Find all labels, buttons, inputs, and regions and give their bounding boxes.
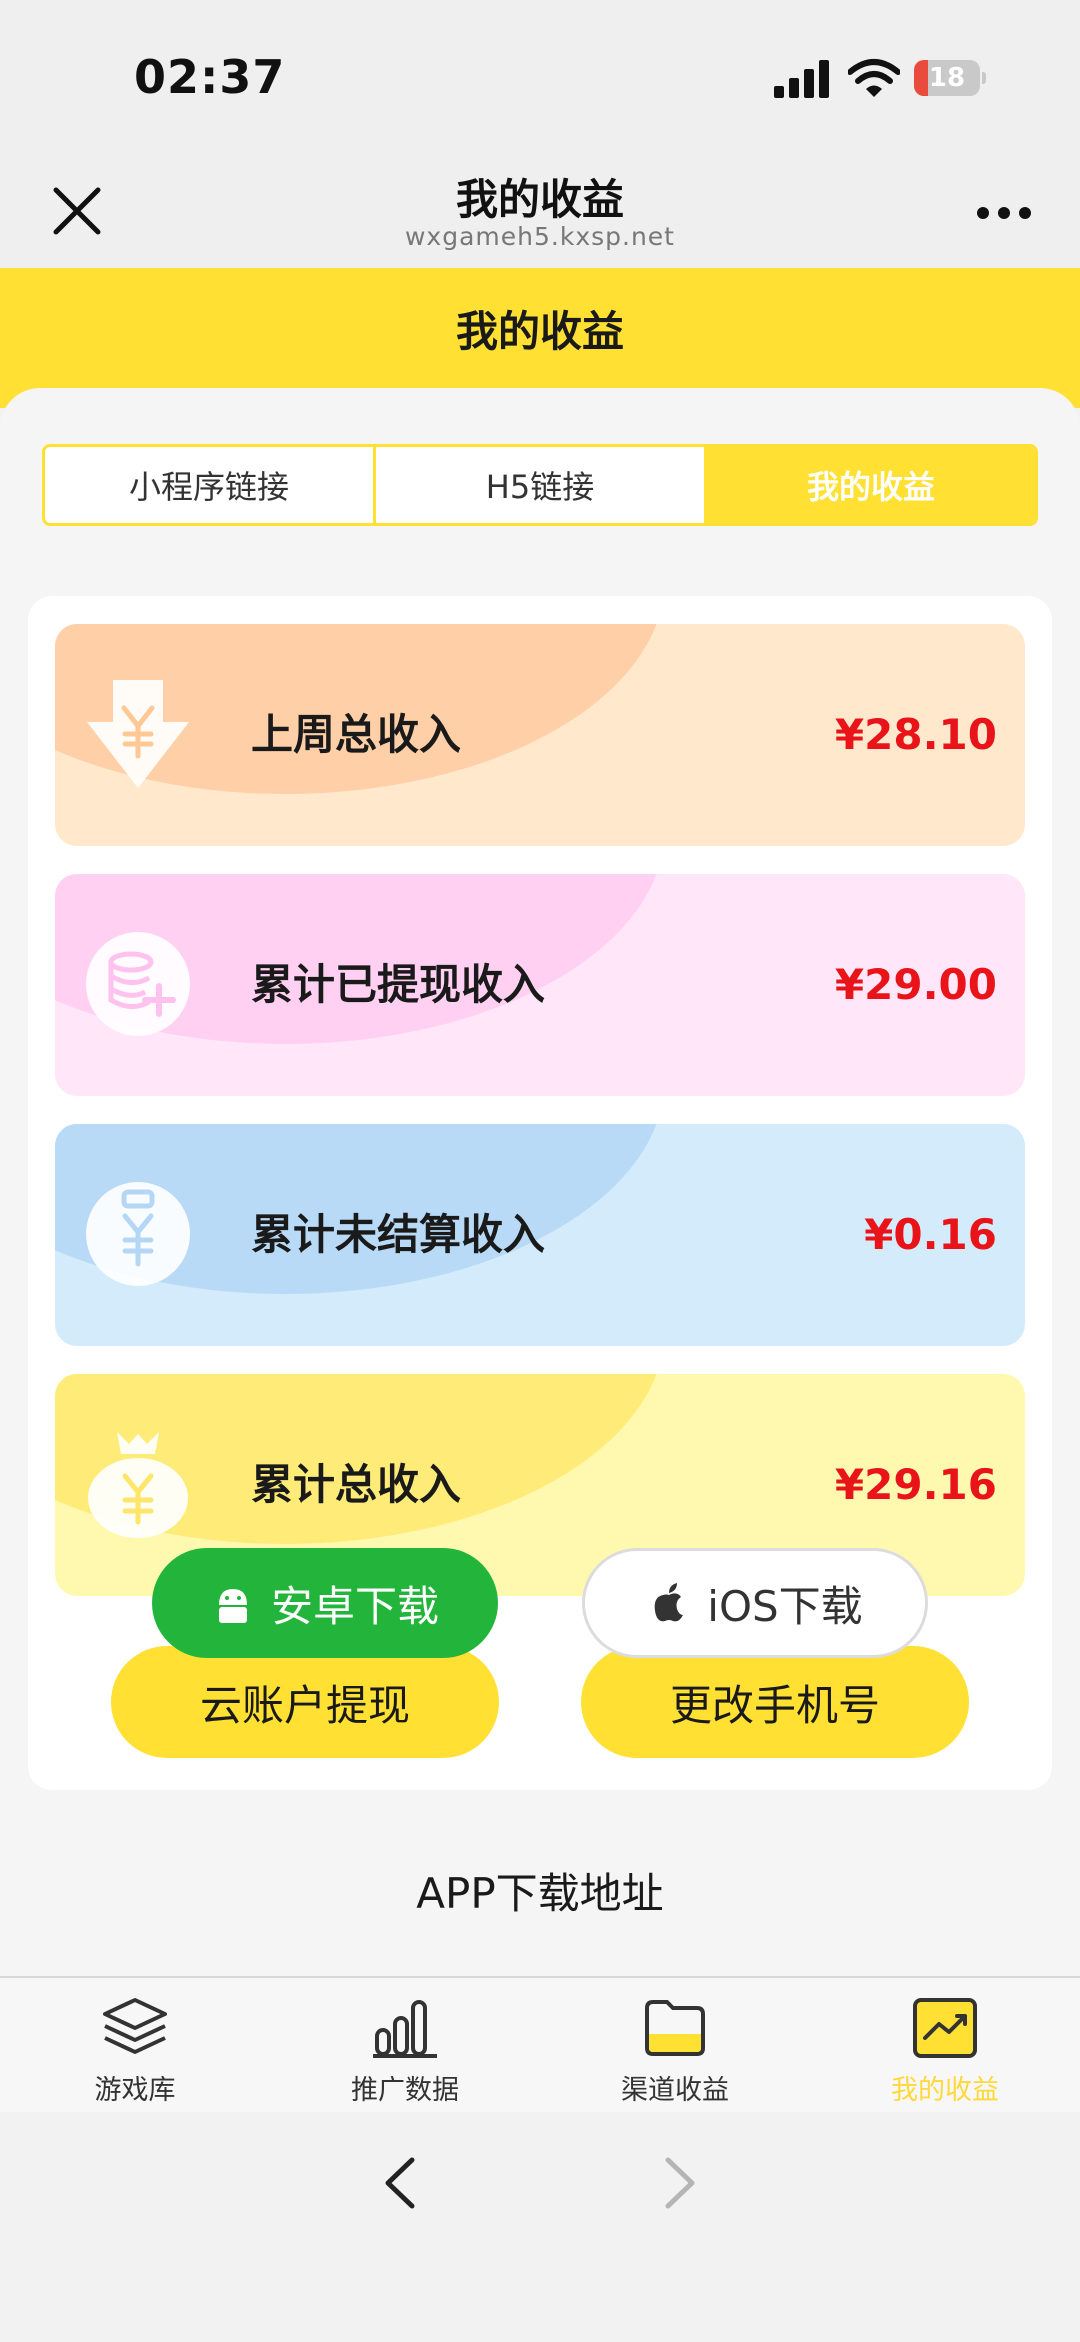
forward-arrow-icon[interactable] (660, 2154, 700, 2212)
app-download-title: APP下载地址 (416, 1869, 664, 1918)
bottom-tabbar: 游戏库 推广数据 渠道收益 我的收益 (0, 1976, 1080, 2112)
trend-chart-icon (913, 1998, 977, 2058)
money-bag-icon (88, 1432, 188, 1538)
stat-card-withdrawn: 累计已提现收入 ¥29.00 (55, 874, 1025, 1096)
stat-card-last-week: 上周总收入 ¥28.10 (55, 624, 1025, 846)
status-bar: 02:37 18 (0, 0, 1080, 150)
tabbar-label: 我的收益 (891, 2075, 999, 2106)
stat-label: 累计已提现收入 (251, 960, 546, 1009)
stat-value: ¥28.10 (834, 710, 997, 759)
tabbar-item-channel-earnings[interactable]: 渠道收益 (540, 1978, 810, 2112)
stat-value: ¥0.16 (864, 1210, 997, 1259)
page-header: 我的收益 (0, 268, 1080, 408)
tabbar-label: 渠道收益 (621, 2075, 729, 2106)
back-arrow-icon[interactable] (380, 2154, 420, 2212)
page: 02:37 18 我的收益 wxgameh5.kxsp.net 我的收益 小程序… (0, 0, 1080, 2342)
ios-download-label: iOS下载 (707, 1581, 863, 1631)
tabbar-item-my-earnings[interactable]: 我的收益 (810, 1978, 1080, 2112)
battery-level: 18 (928, 63, 966, 93)
tab-my-earnings[interactable]: 我的收益 (704, 447, 1035, 523)
download-yen-icon (87, 680, 189, 788)
battery-indicator: 18 (914, 60, 986, 96)
apple-icon (654, 1583, 684, 1622)
withdraw-button[interactable]: 云账户提现 (111, 1646, 499, 1758)
nav-bar: 我的收益 wxgameh5.kxsp.net (0, 150, 1080, 268)
tab-h5-link[interactable]: H5链接 (373, 447, 704, 523)
layers-icon (103, 1998, 167, 2054)
clipboard-yen-icon (86, 1182, 190, 1286)
tabbar-label: 推广数据 (351, 2075, 459, 2106)
wifi-icon (848, 59, 900, 97)
folder-icon (645, 2000, 705, 2056)
tabbar-item-promo-data[interactable]: 推广数据 (270, 1978, 540, 2112)
tabbar-item-game-library[interactable]: 游戏库 (0, 1978, 270, 2112)
nav-url: wxgameh5.kxsp.net (404, 222, 675, 251)
change-phone-button[interactable]: 更改手机号 (581, 1646, 969, 1758)
ios-download-button[interactable]: iOS下载 (582, 1548, 928, 1658)
android-icon (218, 1589, 247, 1623)
coins-plus-icon (86, 932, 190, 1036)
android-download-label: 安卓下载 (270, 1581, 439, 1631)
nav-title: 我的收益 (455, 175, 624, 224)
stat-value: ¥29.00 (834, 960, 997, 1009)
browser-toolbar (0, 2112, 1080, 2342)
stat-card-unsettled: 累计未结算收入 ¥0.16 (55, 1124, 1025, 1346)
main-content: 小程序链接 H5链接 我的收益 上周总收入 ¥28.10 累计已提现收入 ¥29… (0, 388, 1080, 1978)
stat-label: 上周总收入 (251, 710, 462, 759)
tab-mini-program-link[interactable]: 小程序链接 (45, 447, 373, 523)
android-download-button[interactable]: 安卓下载 (152, 1548, 498, 1658)
more-icon[interactable] (976, 206, 1032, 220)
segment-tabs: 小程序链接 H5链接 我的收益 (42, 444, 1038, 526)
signal-icon (774, 60, 829, 98)
stat-label: 累计未结算收入 (251, 1210, 546, 1259)
page-title: 我的收益 (455, 307, 624, 356)
status-time: 02:37 (134, 50, 286, 104)
bar-chart-icon (373, 2000, 437, 2058)
tabbar-label: 游戏库 (94, 2075, 176, 2106)
